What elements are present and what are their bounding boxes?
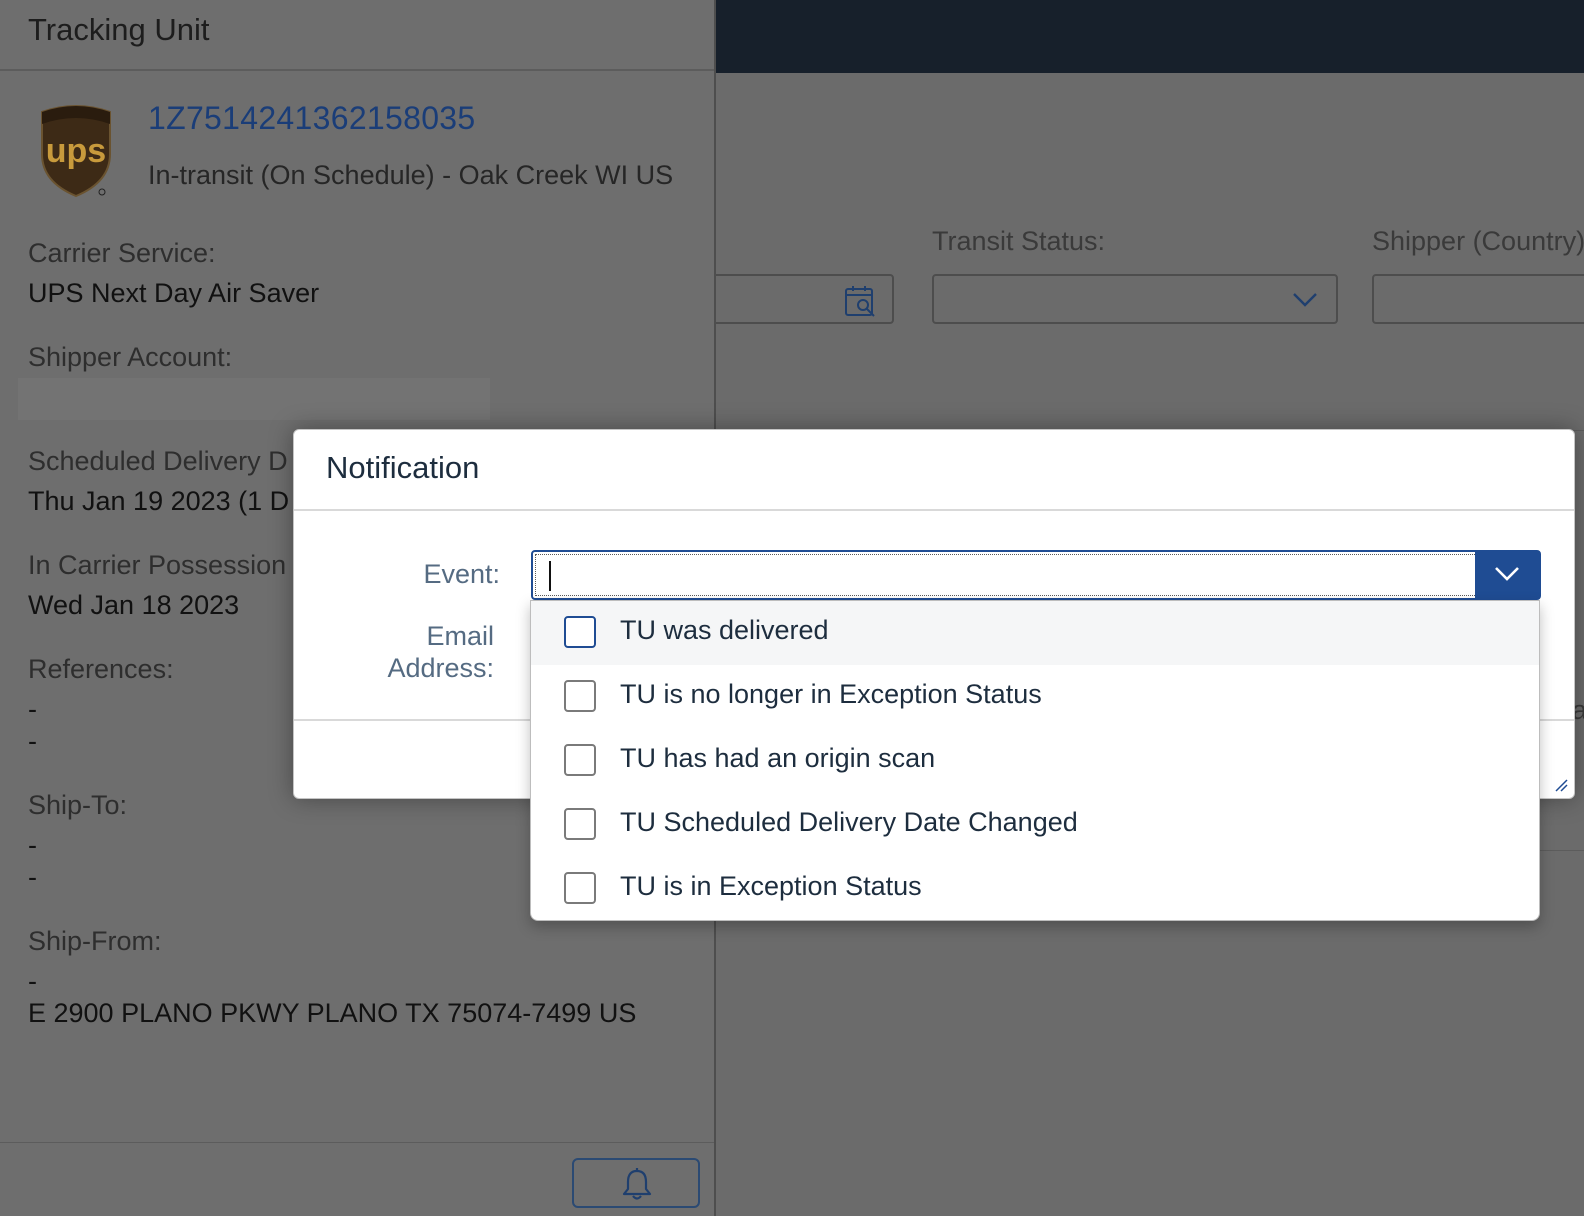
carrier-service-label: Carrier Service:: [28, 238, 216, 268]
shipper-account-value-masked: [18, 378, 490, 420]
carrier-possession-value: Wed Jan 18 2023: [28, 590, 240, 620]
ups-logo: ups: [41, 105, 111, 198]
option-label: TU was delivered: [620, 615, 829, 645]
option-tu-delivery-date-changed[interactable]: TU Scheduled Delivery Date Changed: [531, 793, 1539, 857]
event-options-list: TU was delivered TU is no longer in Exce…: [530, 600, 1540, 921]
shipper-account-label: Shipper Account:: [28, 342, 233, 372]
panel-footer-divider: [0, 1142, 714, 1143]
panel-header: Tracking Unit: [0, 0, 714, 71]
option-checkbox[interactable]: [564, 616, 596, 648]
ship-from-value: E 2900 PLANO PKWY PLANO TX 75074-7499 US: [28, 998, 637, 1028]
tracking-status: In-transit (On Schedule) - Oak Creek WI …: [148, 160, 674, 190]
option-checkbox[interactable]: [564, 744, 596, 776]
email-label: Email Address:: [354, 620, 494, 684]
option-tu-delivered[interactable]: TU was delivered: [531, 601, 1539, 665]
scheduled-delivery-value: Thu Jan 19 2023 (1 D: [28, 486, 290, 516]
event-combobox[interactable]: [531, 550, 1541, 600]
ship-from-value: -: [28, 966, 37, 996]
references-value: -: [28, 726, 37, 756]
panel-title: Tracking Unit: [28, 12, 210, 47]
option-tu-exception-status[interactable]: TU is in Exception Status: [531, 857, 1539, 920]
option-checkbox[interactable]: [564, 808, 596, 840]
ship-to-value: -: [28, 830, 37, 860]
ship-from-label: Ship-From:: [28, 926, 162, 956]
shipper-country-label: Shipper (Country): [1372, 226, 1584, 256]
date-filter-field[interactable]: [696, 274, 894, 324]
transit-status-select[interactable]: [932, 274, 1338, 324]
option-label: TU is no longer in Exception Status: [620, 679, 1042, 709]
dialog-header-divider: [294, 509, 1574, 511]
chevron-down-icon[interactable]: [1292, 292, 1318, 308]
shipper-country-input[interactable]: [1372, 274, 1584, 324]
event-dropdown-button[interactable]: [1475, 552, 1539, 598]
bell-icon: [622, 1168, 652, 1200]
option-checkbox[interactable]: [564, 680, 596, 712]
notification-bell-button[interactable]: [572, 1158, 700, 1208]
ship-to-label: Ship-To:: [28, 790, 128, 820]
scheduled-delivery-label: Scheduled Delivery D: [28, 446, 288, 476]
option-label: TU is in Exception Status: [620, 871, 922, 901]
calendar-search-icon[interactable]: [844, 284, 878, 318]
chevron-down-icon: [1495, 567, 1519, 581]
option-tu-origin-scan[interactable]: TU has had an origin scan: [531, 729, 1539, 793]
resize-handle-icon[interactable]: [1552, 776, 1568, 792]
app-page: Transit Status: Shipper (Country) a Trac…: [0, 0, 1584, 1216]
option-checkbox[interactable]: [564, 872, 596, 904]
transit-status-label: Transit Status:: [932, 226, 1106, 256]
references-value: -: [28, 694, 37, 724]
shell-bar: [716, 0, 1584, 73]
logo-text: ups: [46, 132, 106, 170]
ship-to-value: -: [28, 862, 37, 892]
dialog-title: Notification: [326, 450, 480, 485]
event-label: Event:: [423, 559, 500, 589]
carrier-possession-label: In Carrier Possession: [28, 550, 287, 580]
references-label: References:: [28, 654, 174, 684]
carrier-service-value: UPS Next Day Air Saver: [28, 278, 320, 308]
tracking-number-link[interactable]: 1Z7514241362158035: [148, 100, 476, 137]
option-label: TU Scheduled Delivery Date Changed: [620, 807, 1078, 837]
email-label-line1: Email: [426, 621, 494, 651]
text-caret: [549, 561, 551, 591]
option-tu-no-longer-exception[interactable]: TU is no longer in Exception Status: [531, 665, 1539, 729]
email-label-line2: Address:: [387, 653, 494, 683]
option-label: TU has had an origin scan: [620, 743, 936, 773]
